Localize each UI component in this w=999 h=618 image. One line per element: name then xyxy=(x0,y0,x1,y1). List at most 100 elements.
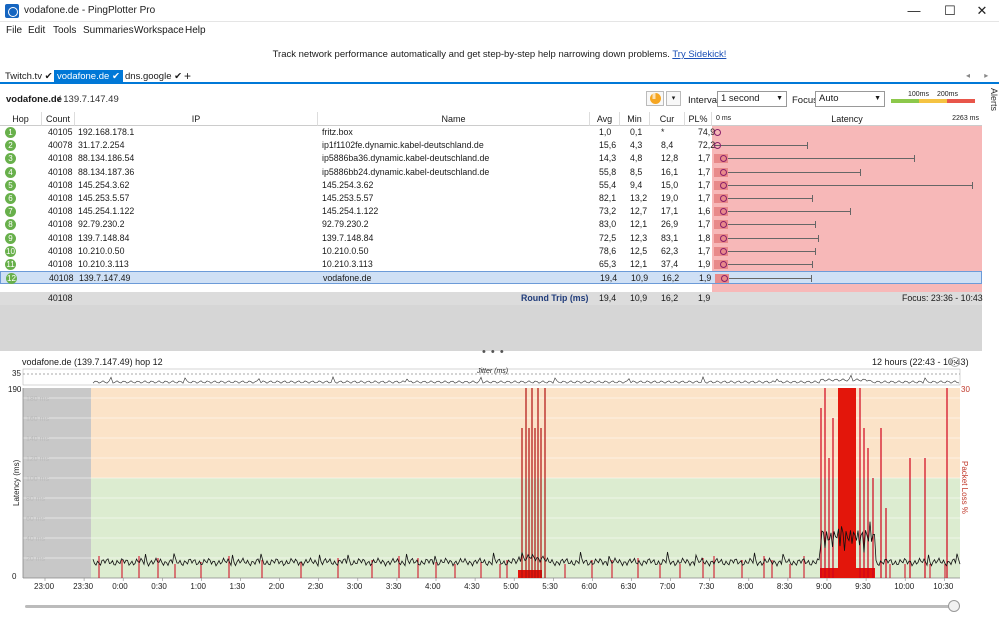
panel-splitter[interactable]: • • • xyxy=(482,346,505,358)
hop-row[interactable]: 11 40108 10.210.3.113 10.210.3.113 65,3 12,1 3… xyxy=(0,258,982,271)
hop-ip: 145.253.5.57 xyxy=(78,193,130,203)
hop-cur: 19,0 xyxy=(661,193,679,203)
col-cur[interactable]: Cur xyxy=(650,112,685,126)
x-tick-label: 10:00 xyxy=(894,582,915,591)
hop-ip: 192.168.178.1 xyxy=(78,127,135,137)
col-pl[interactable]: PL% xyxy=(685,112,712,126)
check-icon: ✔ xyxy=(111,71,120,82)
hop-min: 10,9 xyxy=(631,273,649,284)
latency-max-tick xyxy=(815,247,817,255)
timeline-scroll-handle[interactable] xyxy=(948,600,960,612)
loss-top-label: 30 xyxy=(961,385,970,394)
add-tab-button[interactable]: + xyxy=(184,69,191,83)
hop-row[interactable]: 7 40108 145.254.1.122 145.254.1.122 73,2 12,7… xyxy=(0,205,982,218)
legend-red xyxy=(947,99,975,103)
interval-label: Interval xyxy=(688,95,720,106)
summary-count: 40108 xyxy=(48,293,73,303)
col-ip[interactable]: IP xyxy=(75,112,318,126)
col-latency[interactable]: 0 ms Latency 2263 ms xyxy=(712,112,982,126)
hop-avg: 14,3 xyxy=(599,153,617,164)
hop-name: 10.210.3.113 xyxy=(322,259,373,269)
col-hop[interactable]: Hop xyxy=(0,112,42,126)
menu-help[interactable]: Help xyxy=(185,25,206,36)
hop-count: 40108 xyxy=(48,179,73,190)
timeline-graph[interactable]: 35 Jitter (ms) 180 ms 160 ms 140 ms 120 ms 100… xyxy=(0,366,999,596)
x-tick-label: 8:00 xyxy=(738,582,754,591)
hop-ip: 10.210.0.50 xyxy=(78,245,125,256)
focus-select[interactable]: Auto ▼ xyxy=(815,91,885,107)
x-tick-label: 0:00 xyxy=(112,582,128,591)
hop-row[interactable]: 12 40108 139.7.147.49 vodafone.de 19,4 10,9 16… xyxy=(0,271,982,285)
latency-max-tick xyxy=(913,155,915,163)
hop-avg: 55,4 xyxy=(599,179,617,190)
latency-range-line xyxy=(714,198,813,199)
y-tick-label: 40 ms xyxy=(26,536,46,543)
col-min[interactable]: Min xyxy=(620,112,650,126)
hop-row[interactable]: 10 40108 10.210.0.50 10.210.0.50 78,6 12,5 62,… xyxy=(0,245,982,258)
latency-max-tick xyxy=(860,168,862,176)
x-tick-label: 1:30 xyxy=(230,582,246,591)
target-bar: vodafone.de / 139.7.147.49 ▾ Interval 1 … xyxy=(0,88,982,110)
hop-cur: 16,2 xyxy=(662,273,680,284)
x-tick-label: 4:30 xyxy=(464,582,480,591)
hop-row[interactable]: 9 40108 139.7.148.84 139.7.148.84 72,5 12,3 83… xyxy=(0,232,982,245)
hop-avg: 73,2 xyxy=(599,206,617,217)
interval-select[interactable]: 1 second ▼ xyxy=(717,91,787,107)
hop-ip: 139.7.148.84 xyxy=(78,232,130,243)
sidekick-link[interactable]: Try Sidekick! xyxy=(672,49,726,60)
col-avg[interactable]: Avg xyxy=(590,112,620,126)
legend-green xyxy=(891,99,919,103)
hop-min: 12,1 xyxy=(630,219,648,230)
target-host: vodafone.de xyxy=(6,94,62,105)
hop-row[interactable]: 4 40108 88.134.187.36 ip5886bb24.dynamic.ka… xyxy=(0,166,982,179)
hop-row[interactable]: 1 40105 192.168.178.1 fritz.box 1,0 0,1 * 74,9 xyxy=(0,126,982,139)
tab-scroll-arrows[interactable]: ◂ ▸ xyxy=(966,71,994,80)
check-icon: ✔ xyxy=(44,71,53,82)
hop-row[interactable]: 5 40108 145.254.3.62 145.254.3.62 55,4 9,4 15,… xyxy=(0,179,982,192)
focus-value: Auto xyxy=(819,93,839,104)
tab-dns-google[interactable]: dns.google ✔ xyxy=(122,70,185,83)
hop-avg: 78,6 xyxy=(599,245,617,256)
hop-ip: 31.17.2.254 xyxy=(78,140,125,151)
menu-file[interactable]: File xyxy=(6,25,22,36)
pause-button[interactable] xyxy=(646,91,664,106)
tab-twitch[interactable]: Twitch.tv ✔ xyxy=(2,70,56,83)
interval-value: 1 second xyxy=(721,93,760,104)
hop-name: ip5886ba36.dynamic.kabel-deutschland.de xyxy=(322,153,490,164)
hop-ip: 145.254.3.62 xyxy=(78,179,130,190)
menu-summaries[interactable]: Summaries xyxy=(83,25,134,36)
focus-label: Focus xyxy=(792,95,818,106)
pause-menu-button[interactable]: ▾ xyxy=(666,91,681,106)
y-tick-label: 180 ms xyxy=(26,396,49,403)
minimize-button[interactable]: — xyxy=(897,0,931,22)
y-tick-label: 60 ms xyxy=(26,516,46,523)
hop-ip: 88.134.186.54 xyxy=(78,153,135,164)
chevron-down-icon: ▼ xyxy=(776,95,783,102)
hop-row[interactable]: 3 40108 88.134.186.54 ip5886ba36.dynamic.ka… xyxy=(0,152,982,165)
hop-min: 13,2 xyxy=(630,193,648,203)
hop-row[interactable]: 6 40108 145.253.5.57 145.253.5.57 82,1 13,2 19… xyxy=(0,192,982,205)
col-name[interactable]: Name xyxy=(318,112,590,126)
latency-range-line xyxy=(714,237,818,239)
col-count[interactable]: Count xyxy=(42,112,75,126)
hop-row[interactable]: 2 40078 31.17.2.254 ip1f1102fe.dynamic.kabe… xyxy=(0,139,982,152)
timeline-scrollbar[interactable] xyxy=(25,605,960,608)
close-button[interactable]: ✕ xyxy=(965,0,999,22)
hop-row[interactable]: 8 40108 92.79.230.2 92.79.230.2 83,0 12,1 26,9… xyxy=(0,218,982,231)
hop-cur: 83,1 xyxy=(661,232,679,243)
menu-workspace[interactable]: Workspace xyxy=(134,25,184,36)
alerts-panel-toggle[interactable]: Alerts xyxy=(984,86,999,166)
hop-pl: 1,9 xyxy=(698,259,711,269)
menu-edit[interactable]: Edit xyxy=(28,25,45,36)
hop-count: 40078 xyxy=(48,140,73,151)
menu-tools[interactable]: Tools xyxy=(53,25,76,36)
x-tick-label: 9:30 xyxy=(855,582,871,591)
hop-number: 12 xyxy=(6,273,17,285)
latency-range-line xyxy=(714,250,816,252)
hop-cur: 62,3 xyxy=(661,245,679,256)
hop-cur: 12,8 xyxy=(661,153,679,164)
maximize-button[interactable]: ☐ xyxy=(933,0,967,22)
latency-marker xyxy=(714,129,721,136)
hop-pl: 1,7 xyxy=(698,179,711,190)
tab-vodafone[interactable]: vodafone.de ✔ xyxy=(54,70,123,83)
